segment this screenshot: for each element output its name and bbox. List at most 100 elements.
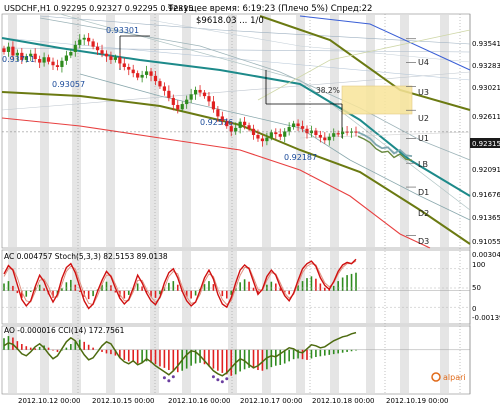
ao-panel-title: AO -0.000016 CCI(14) 172.7561 [4, 326, 125, 335]
candle-body [318, 134, 322, 138]
candle-body [234, 127, 238, 132]
price-scale-label: 0.93541 [472, 40, 500, 48]
cci-extreme-dot [225, 377, 229, 381]
candle-body [238, 121, 242, 128]
time-axis-label: 2012.10.19 00:00 [386, 397, 448, 405]
session-band [150, 250, 159, 324]
candle-body [256, 134, 260, 139]
ac-scale-label: 0 [472, 305, 476, 313]
candle-body [323, 137, 327, 141]
candle-body [42, 57, 46, 63]
ac-scale-label: -0.00139 [472, 314, 500, 322]
candle-body [78, 39, 82, 45]
candle-body [2, 48, 6, 52]
candle-body [327, 136, 331, 141]
time-axis-label: 2012.10.17 00:00 [240, 397, 302, 405]
session-band [262, 14, 271, 248]
fib-zone-box [341, 85, 413, 115]
session-band [296, 326, 305, 394]
candle-body [122, 63, 126, 67]
ac-scale-label: 50 [472, 284, 481, 292]
candle-body [149, 71, 153, 76]
level-label-u3: U3 [418, 88, 429, 97]
candle-body [265, 137, 269, 142]
candle-body [269, 132, 273, 138]
candle-body [198, 89, 202, 93]
level-label-lb: LB [418, 160, 428, 169]
candle-body [144, 71, 149, 75]
candle-body [300, 126, 305, 129]
price-scale-label: 0.92611 [472, 113, 500, 121]
server-time-text: Текущее время: 6:19:23 (Плечо 5%) Спред:… [167, 4, 372, 14]
price-scale-label: 0.91365 [472, 214, 500, 222]
cci-extreme-dot [211, 375, 215, 379]
candle-body [82, 37, 86, 40]
candle-body [109, 56, 113, 60]
session-band [8, 326, 17, 394]
candle-body [6, 46, 11, 52]
candle-body [162, 86, 167, 91]
price-callout: 0.93057 [52, 80, 85, 89]
level-label-u2: U2 [418, 114, 429, 123]
time-axis-label: 2012.10.16 00:00 [168, 397, 230, 405]
session-band [72, 326, 81, 394]
session-band [440, 14, 449, 248]
session-band [296, 14, 305, 248]
cci-extreme-dot [216, 378, 220, 382]
fib-label: 38.2% [316, 86, 340, 95]
session-band [400, 14, 409, 248]
cci-extreme-dot [220, 380, 224, 384]
candle-body [158, 81, 162, 87]
candle-body [95, 46, 100, 51]
candle-body [176, 104, 180, 110]
candle-body [127, 66, 131, 70]
chart-canvas[interactable]: USDCHF,H1 0.92295 0.92327 0.92295 0.9231… [0, 0, 500, 408]
candle-body [211, 101, 216, 110]
session-band [366, 326, 375, 394]
session-band [40, 326, 49, 394]
candle-body [153, 75, 158, 82]
candle-body [292, 123, 296, 128]
price-scale-label: 0.93283 [472, 62, 500, 70]
session-band [182, 250, 191, 324]
level-label-d2: D2 [418, 209, 429, 218]
session-band [366, 250, 375, 324]
symbol-header: USDCHF,H1 0.92295 0.92327 0.92295 0.9231… [4, 4, 193, 13]
session-band [440, 326, 449, 394]
level-label-d3: D3 [418, 237, 429, 246]
candle-body [332, 133, 336, 137]
candle-body [185, 99, 189, 105]
candle-body [55, 65, 60, 67]
candle-body [305, 128, 309, 134]
candle-body [278, 134, 282, 137]
session-band [400, 326, 409, 394]
candle-body [283, 131, 287, 137]
session-band [40, 250, 49, 324]
price-scale-label: 0.91676 [472, 191, 500, 199]
candle-body [91, 41, 95, 47]
session-band [106, 326, 115, 394]
ac-scale-label: 100 [472, 261, 485, 269]
candle-body [131, 69, 135, 74]
session-band [400, 250, 409, 324]
candle-body [73, 44, 77, 52]
candle-body [189, 94, 193, 100]
current-price-label: 0.92315 [472, 140, 500, 148]
candle-body [202, 92, 207, 97]
price-callout: 0.93711 [2, 55, 35, 64]
ac-scale-label: 0.00304 [472, 251, 500, 259]
price-scale-label: 0.91055 [472, 238, 500, 246]
candle-body [243, 121, 247, 126]
candle-body [247, 125, 251, 129]
cci-extreme-dot [167, 379, 171, 383]
level-label-d1: D1 [418, 188, 429, 197]
candle-body [296, 123, 300, 127]
candle-body [46, 57, 51, 62]
session-band [40, 14, 49, 248]
candle-body [314, 130, 318, 135]
brand-text: alpari [443, 373, 466, 382]
candle-body [64, 55, 68, 61]
candle-body [216, 109, 220, 117]
candle-body [51, 61, 55, 66]
candle-body [180, 104, 184, 110]
